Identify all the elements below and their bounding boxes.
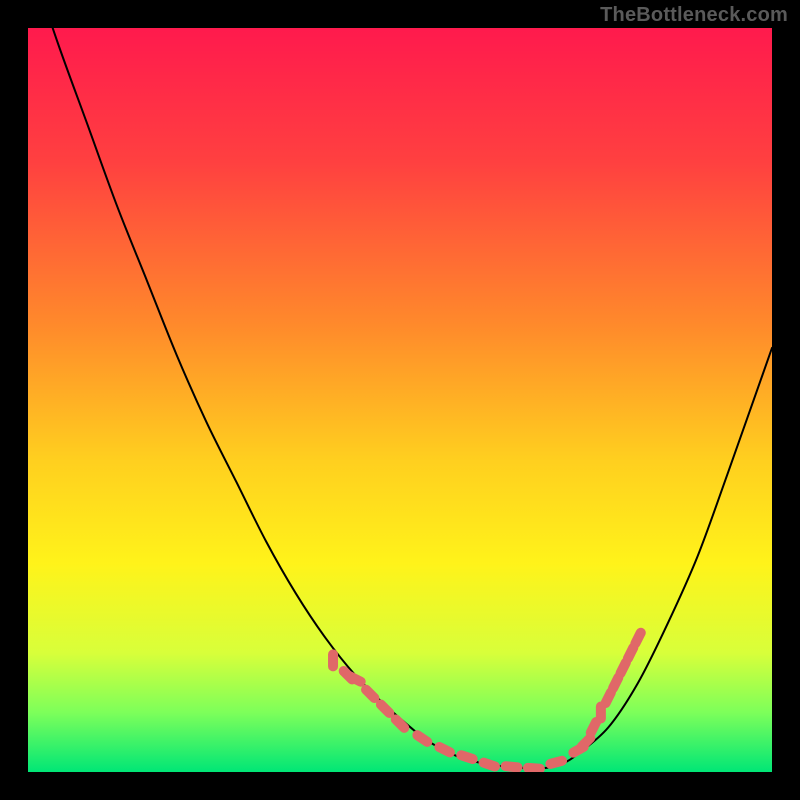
gradient-background (28, 28, 772, 772)
plot-area (28, 28, 772, 772)
chart-svg (28, 28, 772, 772)
watermark-text: TheBottleneck.com (600, 4, 788, 27)
marker-pill (328, 649, 338, 671)
chart-outer-frame: TheBottleneck.com (0, 0, 800, 800)
